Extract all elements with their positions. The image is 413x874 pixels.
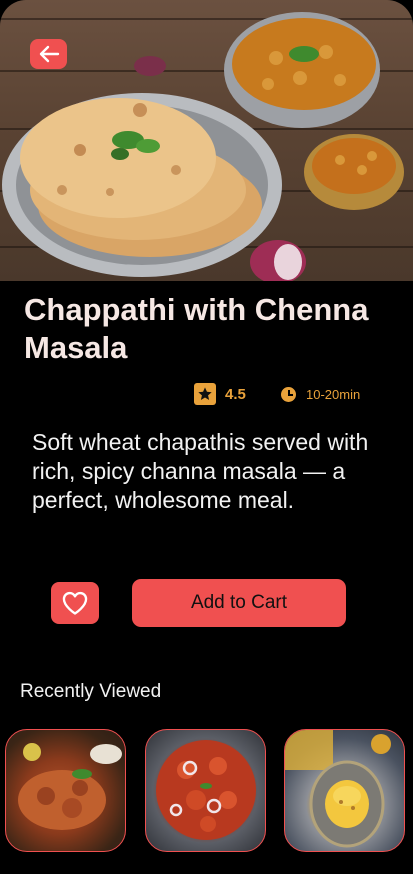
prep-time-value: 10-20min — [306, 386, 361, 402]
back-button[interactable] — [30, 39, 67, 69]
rating: 4.5 — [194, 382, 246, 406]
recent-item-sweet-pongal[interactable] — [284, 729, 405, 852]
recently-viewed-title: Recently Viewed — [20, 681, 162, 702]
recent-item-chilli-chicken[interactable] — [145, 729, 266, 852]
hero-image — [0, 0, 413, 281]
rating-value: 4.5 — [225, 385, 246, 403]
star-icon — [194, 383, 216, 405]
favorite-button[interactable] — [51, 582, 99, 624]
clock-icon — [281, 386, 296, 402]
heart-icon — [62, 591, 88, 615]
prep-time: 10-20min — [281, 382, 360, 406]
sweet-pongal-photo — [285, 730, 391, 848]
chicken-curry-photo — [18, 743, 122, 830]
chilli-chicken-photo — [156, 740, 256, 840]
dish-detail-screen: Chappathi with Chenna Masala 4.5 10-20mi… — [0, 0, 413, 874]
add-to-cart-button[interactable]: Add to Cart — [132, 579, 346, 627]
dish-title: Chappathi with Chenna Masala — [24, 292, 369, 365]
dish-description: Soft wheat chapathis served with rich, s… — [32, 429, 369, 513]
arrow-left-icon — [39, 45, 59, 63]
recent-item-chicken-curry[interactable] — [5, 729, 126, 852]
